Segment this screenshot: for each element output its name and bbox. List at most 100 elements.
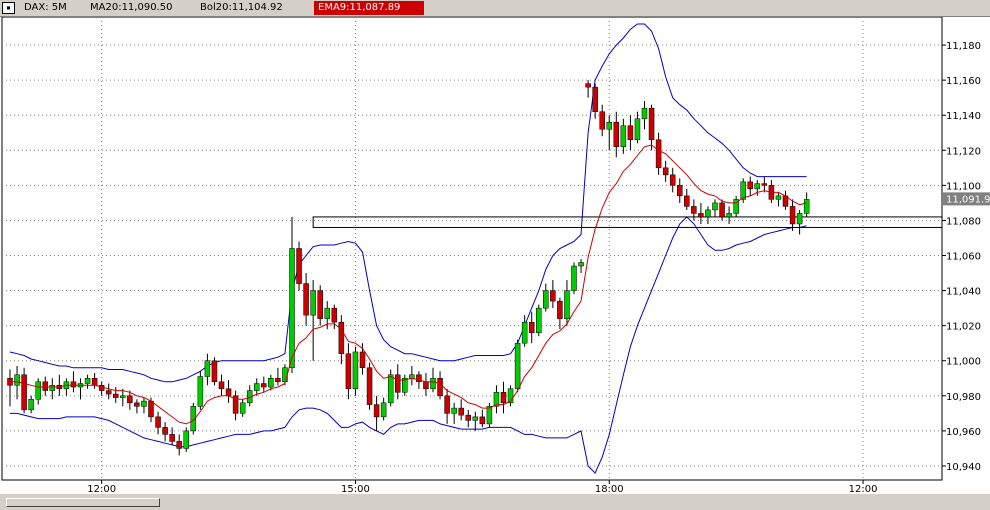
candle-body [627, 125, 634, 141]
candle [105, 383, 112, 400]
y-tick-label: 11,160 [946, 76, 981, 87]
ema9-line [10, 144, 807, 425]
candle-body [465, 414, 471, 421]
candle [521, 315, 528, 347]
candle [317, 285, 323, 326]
candle [296, 241, 302, 291]
candle [677, 178, 683, 203]
candle [155, 411, 161, 435]
chart-window: ▪ DAX: 5M MA20:11,090.50 Bol20:11,104.92… [0, 0, 990, 510]
candle [747, 176, 753, 196]
candle-body [514, 342, 521, 390]
candle [134, 399, 140, 414]
candle-body [204, 360, 211, 377]
candle [402, 374, 408, 396]
candle [261, 376, 267, 393]
candle [507, 385, 514, 407]
candle [712, 199, 718, 217]
candle [775, 192, 782, 207]
candle-body [261, 383, 267, 388]
candle [705, 206, 711, 224]
candle [486, 402, 493, 428]
candle-body [35, 381, 41, 400]
candle [239, 399, 246, 417]
candle-body [655, 139, 662, 169]
candle-body [796, 213, 803, 225]
candle [225, 380, 232, 403]
candle [500, 381, 507, 414]
candle [423, 373, 429, 396]
candle-body [719, 202, 725, 218]
candle [387, 369, 394, 407]
candle [345, 343, 352, 400]
candle [338, 315, 345, 365]
candle-body [338, 321, 345, 354]
candlestick-chart[interactable]: 10,940 10,960 10,980 11,000 11,020 11,040 11,0… [0, 17, 990, 493]
scrollbar-thumb[interactable] [6, 498, 160, 507]
candle [592, 83, 598, 119]
candle [557, 297, 563, 330]
candle-body [620, 125, 627, 148]
symbol-label: DAX: 5M [24, 2, 67, 13]
chart-header-bar: ▪ DAX: 5M MA20:11,090.50 Bol20:11,104.92… [0, 0, 990, 17]
candle-body [444, 395, 450, 414]
candle [91, 373, 98, 389]
candle [7, 369, 13, 407]
y-tick-label: 11,000 [946, 357, 981, 368]
candle-body [395, 374, 401, 393]
y-tick-label: 11,080 [946, 216, 981, 227]
candle-body [669, 174, 676, 186]
candle [430, 367, 436, 393]
y-tick-label: 10,940 [946, 462, 981, 473]
candle-body [543, 290, 549, 309]
candle-body [282, 367, 288, 383]
candle-body [310, 290, 316, 316]
candle [648, 104, 655, 151]
candle-body [380, 402, 387, 418]
candle [211, 357, 218, 386]
candle [684, 188, 690, 210]
candle-body [113, 393, 119, 398]
candle [465, 409, 471, 428]
candle [627, 115, 634, 151]
candle-body [528, 321, 535, 333]
candle-body [359, 351, 366, 369]
candle-body [585, 83, 591, 88]
candle [564, 280, 570, 326]
candle [84, 374, 91, 389]
candle-body [183, 430, 189, 449]
candle-body [677, 185, 683, 197]
horizontal-scrollbar[interactable] [0, 493, 990, 510]
candle-body [324, 307, 330, 319]
candle-body [536, 307, 542, 333]
candle [218, 374, 225, 396]
candle-body [331, 307, 338, 323]
candle [634, 111, 641, 144]
candle [733, 195, 739, 217]
candle-body [613, 121, 620, 148]
candle [578, 259, 584, 274]
bollinger-indicator-label: Bol20:11,104.92 [200, 2, 283, 13]
candle-body [564, 290, 570, 319]
candle-body [162, 427, 168, 435]
candle-body [500, 392, 507, 404]
ema-indicator-label: EMA9:11,087.89 [314, 1, 424, 15]
candle [141, 397, 147, 414]
window-menu-icon[interactable]: ▪ [2, 2, 15, 14]
candle-body [197, 376, 204, 407]
candle [543, 283, 549, 312]
candle [366, 362, 373, 410]
candle [176, 434, 182, 456]
candle [655, 132, 662, 175]
candle [726, 206, 732, 224]
candle-body [28, 399, 34, 411]
candle-body [21, 374, 27, 411]
y-tick-label: 11,120 [946, 146, 981, 157]
candle [479, 409, 486, 428]
candle-body [550, 290, 556, 302]
candle-body [648, 107, 655, 141]
candle-body [747, 181, 753, 190]
candle-body [239, 402, 246, 414]
y-tick-label: 11,040 [946, 287, 981, 298]
candle [289, 216, 295, 374]
